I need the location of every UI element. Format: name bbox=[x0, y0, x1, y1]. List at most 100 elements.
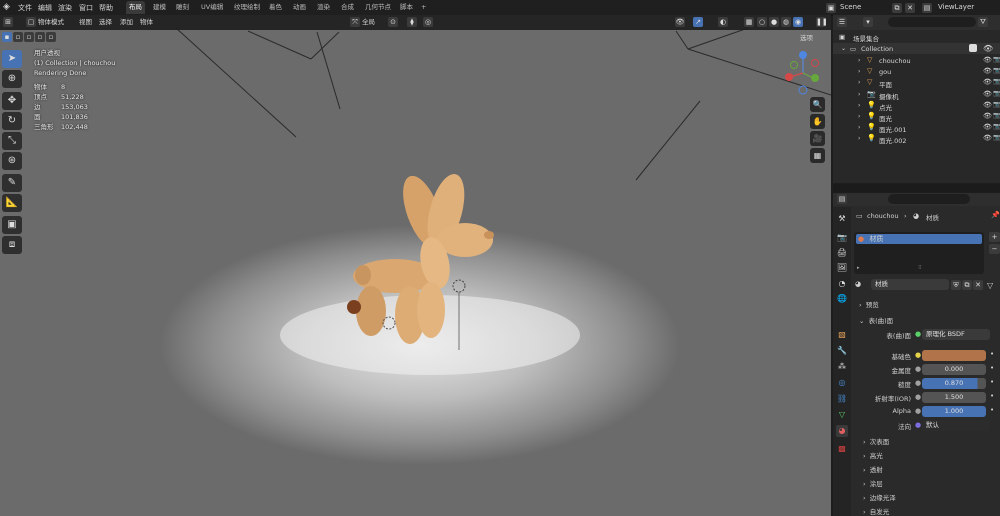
chevron-right-icon[interactable]: › bbox=[858, 68, 860, 75]
render-camera-icon[interactable]: 📷 bbox=[993, 134, 1000, 141]
physics-tab-icon[interactable]: ◎ bbox=[836, 377, 848, 389]
render-camera-icon[interactable]: 📷 bbox=[993, 67, 1000, 74]
chevron-right-icon[interactable]: › bbox=[858, 102, 860, 109]
delete-scene-icon[interactable]: ✕ bbox=[905, 3, 915, 13]
rendered-shading-icon[interactable]: ◉ bbox=[793, 17, 803, 27]
outliner-editor-icon[interactable]: ☰ bbox=[837, 17, 847, 27]
coat-section[interactable]: › 涂层 bbox=[863, 478, 883, 488]
tab-shading[interactable]: 着色 bbox=[266, 1, 285, 14]
outliner-item-row[interactable]: › 💡 点光 👁 📷 bbox=[833, 100, 1000, 112]
breadcrumb-object[interactable]: chouchou bbox=[867, 212, 899, 220]
render-camera-icon[interactable]: 📷 bbox=[993, 56, 1000, 63]
filter-display-icon[interactable]: ▾ bbox=[863, 17, 873, 27]
menu-window[interactable]: 窗口 bbox=[79, 3, 93, 13]
object-mode-dropdown[interactable]: 物体模式 bbox=[38, 17, 64, 27]
scale-tool-icon[interactable]: ⤡ bbox=[2, 132, 22, 150]
keyframe-dot-icon[interactable]: • bbox=[990, 350, 994, 358]
visibility-eye-icon[interactable]: 👁 bbox=[983, 67, 992, 75]
select-invert-icon[interactable]: ▫ bbox=[46, 32, 56, 42]
chevron-right-icon[interactable]: › bbox=[858, 79, 860, 86]
transform-tool-icon[interactable]: ⊛ bbox=[2, 152, 22, 170]
view-layer-icon[interactable]: ▤ bbox=[922, 3, 932, 13]
tab-uv-editing[interactable]: UV编辑 bbox=[198, 1, 226, 14]
editor-type-icon[interactable]: ⊞ bbox=[3, 17, 13, 27]
render-camera-icon[interactable]: 📷 bbox=[993, 90, 1000, 97]
menu-view[interactable]: 视图 bbox=[79, 17, 92, 27]
subsurface-section[interactable]: › 次表面 bbox=[863, 436, 889, 446]
properties-search-input[interactable] bbox=[888, 194, 970, 204]
blender-logo-icon[interactable]: ◈ bbox=[3, 2, 10, 12]
chevron-right-icon[interactable]: › bbox=[858, 113, 860, 120]
keyframe-dot-icon[interactable]: • bbox=[990, 378, 994, 386]
tab-animation[interactable]: 动画 bbox=[290, 1, 309, 14]
select-subtract-icon[interactable]: ▫ bbox=[24, 32, 34, 42]
remove-slot-button[interactable]: − bbox=[989, 244, 1000, 254]
visibility-eye-icon[interactable]: 👁 bbox=[983, 56, 992, 64]
material-name-field[interactable]: 材质 bbox=[871, 279, 949, 290]
add-object-tool-icon[interactable]: ⧈ bbox=[2, 236, 22, 254]
outliner-item-row[interactable]: › 💡 面光 👁 📷 bbox=[833, 111, 1000, 123]
base-color-swatch[interactable] bbox=[922, 350, 986, 361]
menu-object[interactable]: 物体 bbox=[140, 17, 153, 27]
3d-viewport[interactable]: ⊞ ▢ 物体模式 视图 选择 添加 物体 ⤧ 全局 ⊙ ⧫ ◎ 👁 ↗ ◐ ▦ … bbox=[0, 15, 831, 516]
data-tab-icon[interactable]: ▽ bbox=[836, 409, 848, 421]
render-camera-icon[interactable]: 📷 bbox=[993, 112, 1000, 119]
outliner-item-row[interactable]: › 💡 面光.001 👁 📷 bbox=[833, 122, 1000, 134]
outliner-item-row[interactable]: › ▽ 平面 👁 📷 bbox=[833, 77, 1000, 89]
particles-tab-icon[interactable]: ⁂ bbox=[836, 361, 848, 373]
duplicate-material-icon[interactable]: ⧉ bbox=[962, 280, 972, 290]
render-tab-icon[interactable]: 📷 bbox=[836, 232, 848, 244]
metallic-slider[interactable]: 0.000 bbox=[922, 364, 986, 375]
overlay-toggle-icon[interactable]: ◐ bbox=[718, 17, 728, 27]
list-resize-handle[interactable]: ⠿ bbox=[918, 265, 922, 271]
sheen-section[interactable]: › 边缘光泽 bbox=[863, 492, 896, 502]
list-expand-icon[interactable]: ▸ bbox=[857, 265, 860, 271]
render-camera-icon[interactable]: 📷 bbox=[993, 101, 1000, 108]
perspective-toggle-icon[interactable]: ▦ bbox=[810, 148, 825, 163]
select-extend-icon[interactable]: ▫ bbox=[13, 32, 23, 42]
outliner-item-row[interactable]: › 📷 摄像机 👁 📷 bbox=[833, 89, 1000, 101]
tab-sculpting[interactable]: 雕刻 bbox=[173, 1, 192, 14]
constraints-tab-icon[interactable]: ⛓ bbox=[836, 393, 848, 405]
xray-toggle-icon[interactable]: ▦ bbox=[744, 17, 754, 27]
options-dropdown[interactable]: 选项 bbox=[800, 33, 813, 43]
gizmo-toggle-icon[interactable]: ↗ bbox=[693, 17, 703, 27]
breadcrumb-material[interactable]: 材质 bbox=[926, 212, 939, 222]
scene-tab-icon[interactable]: ◔ bbox=[836, 278, 848, 290]
surface-shader-dropdown[interactable]: 原理化 BSDF bbox=[922, 329, 990, 340]
visibility-eye-icon[interactable]: 👁 bbox=[983, 101, 992, 109]
menu-add[interactable]: 添加 bbox=[120, 17, 133, 27]
filter-funnel-icon[interactable]: ⛛ bbox=[978, 17, 988, 27]
unlink-material-icon[interactable]: ✕ bbox=[973, 280, 983, 290]
menu-edit[interactable]: 编辑 bbox=[38, 3, 52, 13]
transform-orientation-icon[interactable]: ⤧ bbox=[350, 17, 360, 27]
render-camera-icon[interactable]: 📷 bbox=[993, 123, 1000, 130]
move-tool-icon[interactable]: ✥ bbox=[2, 92, 22, 110]
wireframe-shading-icon[interactable]: ○ bbox=[757, 17, 767, 27]
menu-render[interactable]: 渲染 bbox=[58, 3, 72, 13]
camera-view-icon[interactable]: 🎥 bbox=[810, 131, 825, 146]
solid-shading-icon[interactable]: ● bbox=[769, 17, 779, 27]
zoom-icon[interactable]: 🔍 bbox=[810, 97, 825, 112]
ior-slider[interactable]: 1.500 bbox=[922, 392, 986, 403]
world-tab-icon[interactable]: 🌐 bbox=[836, 293, 848, 305]
material-tab-icon[interactable]: ◕ bbox=[836, 425, 848, 437]
visibility-eye-icon[interactable]: 👁 bbox=[983, 78, 992, 86]
add-slot-button[interactable]: + bbox=[989, 232, 1000, 242]
annotate-tool-icon[interactable]: ✎ bbox=[2, 174, 22, 192]
fake-user-icon[interactable]: ⛨ bbox=[951, 280, 961, 290]
chevron-right-icon[interactable]: › bbox=[858, 124, 860, 131]
chevron-right-icon[interactable]: › bbox=[858, 57, 860, 64]
visibility-eye-icon[interactable]: 👁 bbox=[983, 112, 992, 120]
visibility-eye-icon[interactable]: 👁 bbox=[983, 44, 993, 53]
tab-layout[interactable]: 布局 bbox=[126, 1, 145, 14]
measure-tool-icon[interactable]: 📐 bbox=[2, 194, 22, 212]
tab-texture-paint[interactable]: 纹理绘制 bbox=[231, 1, 263, 14]
pause-render-icon[interactable]: ❚❚ bbox=[816, 17, 828, 27]
roughness-slider[interactable]: 0.870 bbox=[922, 378, 986, 389]
object-mode-icon[interactable]: ▢ bbox=[26, 17, 36, 27]
select-intersect-icon[interactable]: ▫ bbox=[35, 32, 45, 42]
pivot-icon[interactable]: ⊙ bbox=[388, 17, 398, 27]
copy-scene-icon[interactable]: ⧉ bbox=[892, 3, 902, 13]
tab-rendering[interactable]: 渲染 bbox=[314, 1, 333, 14]
